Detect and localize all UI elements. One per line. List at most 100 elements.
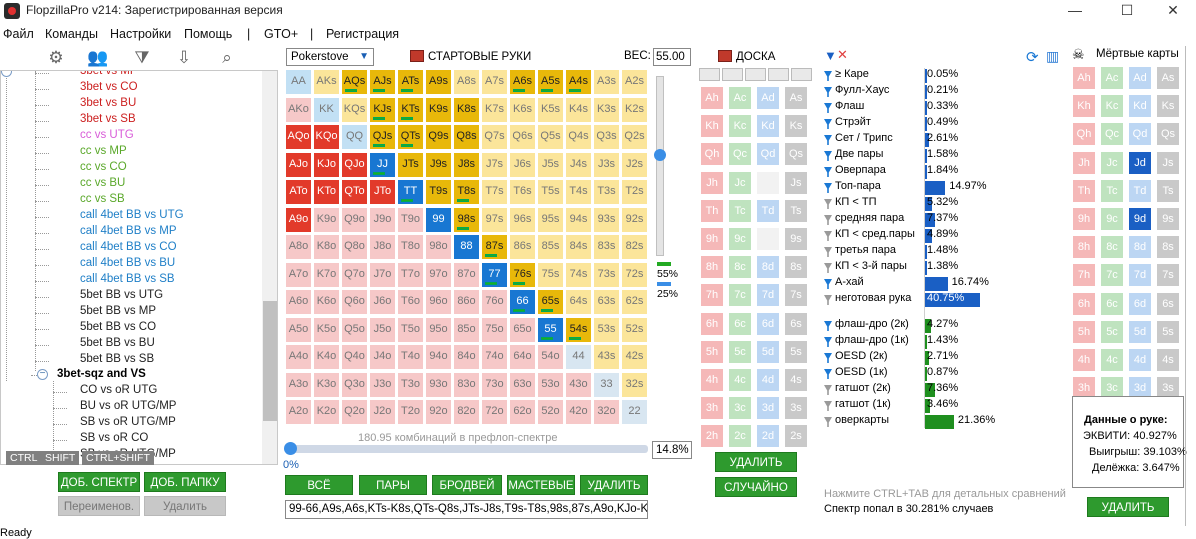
hand-cell[interactable]: 83o <box>453 371 480 398</box>
card-5c[interactable]: 5c <box>728 339 752 364</box>
filter-icon[interactable] <box>824 417 832 427</box>
card-7c[interactable]: 7c <box>728 283 752 308</box>
hand-cell[interactable]: KK <box>313 96 340 123</box>
tree-item[interactable]: SB vs oR UTG/MP <box>80 416 176 428</box>
card-7c[interactable]: 7c <box>1100 263 1124 288</box>
hand-cell[interactable]: KJo <box>313 151 340 178</box>
tree-folder[interactable]: 3bet-sqz and VS <box>57 368 146 380</box>
hand-cell[interactable]: J3o <box>369 371 396 398</box>
menu-commands[interactable]: Команды <box>45 27 98 41</box>
hand-cell[interactable]: Q8s <box>453 124 480 150</box>
card-7h[interactable]: 7h <box>1072 263 1096 288</box>
board-slot[interactable] <box>722 68 743 81</box>
card-Jd[interactable]: Jd <box>1128 150 1152 175</box>
hand-cell[interactable]: 92s <box>621 206 648 233</box>
hand-cell[interactable]: KQs <box>341 96 368 123</box>
tree-item[interactable]: CO vs oR UTG <box>80 384 157 396</box>
hand-cell[interactable]: J8o <box>369 234 396 260</box>
gear-icon[interactable]: ⚙ <box>44 48 68 68</box>
hand-cell[interactable]: A8o <box>285 234 312 260</box>
tree-item[interactable]: 3bet vs CO <box>80 81 138 93</box>
filter-add-icon[interactable]: ⧩ <box>130 48 154 68</box>
card-9h[interactable]: 9h <box>700 227 724 251</box>
import-icon[interactable]: ⇩ <box>172 48 196 68</box>
hand-cell[interactable]: 76o <box>481 289 508 315</box>
card-5h[interactable]: 5h <box>700 339 724 364</box>
range-tree[interactable]: − 3bet vs MP 3bet vs CO 3bet vs BU 3bet vs … <box>0 70 278 465</box>
card-6h[interactable]: 6h <box>1072 291 1096 316</box>
card-Ac[interactable]: Ac <box>728 86 752 110</box>
card-8s[interactable]: 8s <box>1156 235 1180 260</box>
weight-input[interactable]: 55.00 <box>653 48 691 66</box>
suited-button[interactable]: МАСТЕВЫЕ <box>507 475 575 495</box>
hand-cell[interactable]: Q3s <box>593 124 620 150</box>
hand-cell[interactable]: AJo <box>285 151 312 178</box>
hand-cell[interactable]: KTs <box>397 96 424 123</box>
card-As[interactable]: As <box>784 86 808 110</box>
card-Ah[interactable]: Ah <box>1072 66 1096 90</box>
hand-cell[interactable]: Q2s <box>621 124 648 150</box>
filter-icon[interactable] <box>824 279 832 289</box>
card-6s[interactable]: 6s <box>1156 291 1180 316</box>
hand-cell[interactable]: 94o <box>425 344 452 370</box>
hand-cell[interactable]: 64o <box>509 344 536 370</box>
card-Kh[interactable]: Kh <box>700 114 724 139</box>
card-4c[interactable]: 4c <box>1100 348 1124 372</box>
card-2h[interactable]: 2h <box>700 424 724 449</box>
hand-cell[interactable]: Q2o <box>341 399 368 425</box>
range-percent-slider[interactable] <box>284 442 648 455</box>
card-Qc[interactable]: Qc <box>1100 122 1124 147</box>
hand-cell[interactable]: K9o <box>313 206 340 233</box>
hand-cell[interactable]: 62s <box>621 289 648 315</box>
hand-cell[interactable]: K6s <box>509 96 536 123</box>
hand-cell[interactable]: 87o <box>453 261 480 288</box>
card-Td[interactable]: Td <box>1128 178 1152 203</box>
hand-cell[interactable]: K8o <box>313 234 340 260</box>
hand-cell[interactable]: Q5o <box>341 316 368 343</box>
card-Kc[interactable]: Kc <box>728 114 752 139</box>
hand-cell[interactable]: 75o <box>481 316 508 343</box>
card-Qc[interactable]: Qc <box>728 142 752 167</box>
hand-cell[interactable]: 42o <box>565 399 592 425</box>
filter-icon[interactable] <box>824 385 832 395</box>
hand-cell[interactable]: 54o <box>537 344 564 370</box>
card-4d[interactable]: 4d <box>756 368 780 392</box>
tree-item[interactable]: 5bet BB vs CO <box>80 321 156 333</box>
filter-icon[interactable] <box>824 119 832 129</box>
card-Jd[interactable]: Jd <box>756 170 780 195</box>
hand-cell[interactable]: 73o <box>481 371 508 398</box>
hand-cell[interactable]: 83s <box>593 234 620 260</box>
hand-cell[interactable]: 84s <box>565 234 592 260</box>
dead-delete-button[interactable]: УДАЛИТЬ <box>1087 497 1169 517</box>
card-9h[interactable]: 9h <box>1072 207 1096 231</box>
search-icon[interactable]: ⌕ <box>215 48 239 68</box>
card-7s[interactable]: 7s <box>784 283 808 308</box>
card-7d[interactable]: 7d <box>756 283 780 308</box>
hand-cell[interactable]: 82o <box>453 399 480 425</box>
filter-icon[interactable] <box>824 215 832 225</box>
hand-cell[interactable]: T5o <box>397 316 424 343</box>
card-2c[interactable]: 2c <box>728 424 752 449</box>
filter-icon[interactable] <box>824 401 832 411</box>
hand-cell[interactable]: A7s <box>481 69 508 95</box>
card-6h[interactable]: 6h <box>700 311 724 336</box>
hand-cell[interactable]: K5s <box>537 96 564 123</box>
hand-cell[interactable]: A2s <box>621 69 648 95</box>
hand-cell[interactable]: T9o <box>397 206 424 233</box>
hand-cell[interactable]: 44 <box>565 344 592 370</box>
tree-item[interactable]: call 4bet BB vs CO <box>80 241 177 253</box>
hand-cell[interactable]: J5s <box>537 151 564 178</box>
hand-cell[interactable]: QJs <box>369 124 396 150</box>
card-Jh[interactable]: Jh <box>1072 150 1096 175</box>
hand-cell[interactable]: 42s <box>621 344 648 370</box>
hand-cell[interactable]: 98s <box>453 206 480 233</box>
hand-cell[interactable]: 73s <box>593 261 620 288</box>
card-8d[interactable]: 8d <box>756 255 780 280</box>
hand-cell[interactable]: 94s <box>565 206 592 233</box>
hand-cell[interactable]: K6o <box>313 289 340 315</box>
range-percent-input[interactable]: 14.8% <box>652 441 692 459</box>
hand-cell[interactable]: J4s <box>565 151 592 178</box>
hand-cell[interactable]: T4s <box>565 179 592 205</box>
hand-cell[interactable]: 55 <box>537 316 564 343</box>
hand-cell[interactable]: T3o <box>397 371 424 398</box>
